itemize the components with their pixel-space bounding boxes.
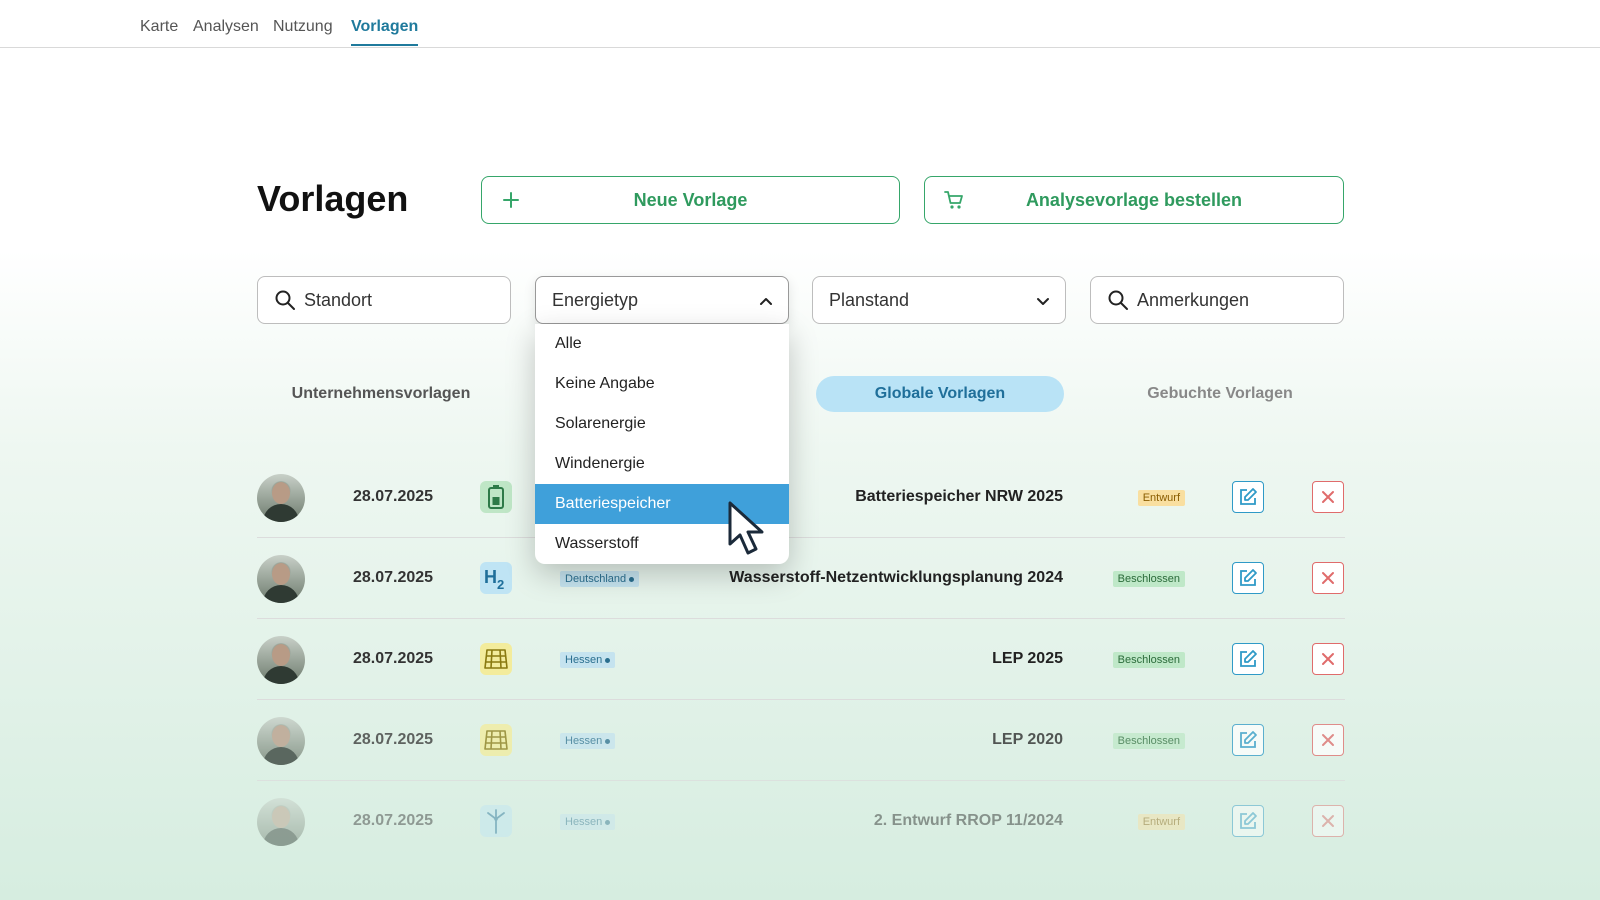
chevron-up-icon <box>760 298 772 305</box>
solar-panel-icon <box>480 643 512 675</box>
new-template-label: Neue Vorlage <box>633 189 748 210</box>
region-badge: Hessen <box>560 733 616 749</box>
plus-icon <box>503 192 519 208</box>
table-row[interactable]: 28.07.2025 Hessen LEP 2025 Beschlossen <box>257 619 1345 700</box>
plan-status-select[interactable]: Planstand <box>812 276 1066 324</box>
option-all[interactable]: Alle <box>535 324 789 364</box>
chevron-down-icon <box>1037 298 1049 305</box>
status-badge: Entwurf <box>1137 814 1185 830</box>
table-row[interactable]: 28.07.2025 H 2 Deutschland Wasserstoff-N… <box>257 538 1345 619</box>
tab-nutzung[interactable]: Nutzung <box>273 18 333 44</box>
row-date: 28.07.2025 <box>353 731 434 748</box>
table-row[interactable]: 28.07.2025 Batteriespeicher NRW 2025 Ent… <box>257 457 1345 538</box>
avatar <box>257 474 305 522</box>
table-row[interactable]: 28.07.2025 Hessen 2. Entwurf RROP 11/202… <box>257 781 1345 862</box>
delete-button[interactable] <box>1312 643 1344 675</box>
solar-panel-icon <box>480 724 512 756</box>
close-icon <box>1322 653 1334 665</box>
hydrogen-icon: H 2 <box>480 562 512 594</box>
tab-analysen[interactable]: Analysen <box>193 18 259 44</box>
row-date: 28.07.2025 <box>353 488 434 505</box>
row-name: Batteriespeicher NRW 2025 <box>855 488 1063 505</box>
search-icon <box>275 290 295 310</box>
new-template-button[interactable]: Neue Vorlage <box>481 176 900 224</box>
row-name: 2. Entwurf RROP 11/2024 <box>873 812 1063 829</box>
location-search-input[interactable]: Standort <box>257 276 511 324</box>
top-nav: Karte Analysen Nutzung Vorlagen <box>0 0 1600 48</box>
close-icon <box>1322 734 1334 746</box>
option-wind[interactable]: Windenergie <box>535 444 789 484</box>
notes-placeholder: Anmerkungen <box>1137 289 1250 310</box>
row-date: 28.07.2025 <box>353 569 434 586</box>
table-row[interactable]: 28.07.2025 Hessen LEP 2020 Beschlossen <box>257 700 1345 781</box>
edit-button[interactable] <box>1232 805 1264 837</box>
mouse-cursor-icon <box>728 501 764 555</box>
edit-icon <box>1240 650 1257 667</box>
row-name: LEP 2020 <box>992 731 1063 748</box>
avatar <box>257 636 305 684</box>
energy-type-label: Energietyp <box>552 289 639 310</box>
delete-button[interactable] <box>1312 805 1344 837</box>
tab-booked-templates[interactable]: Gebuchte Vorlagen <box>1096 376 1344 412</box>
region-badge: Hessen <box>560 652 616 668</box>
region-badge: Deutschland <box>560 571 640 587</box>
tab-global-templates[interactable]: Globale Vorlagen <box>816 376 1064 412</box>
tab-vorlagen[interactable]: Vorlagen <box>351 18 419 46</box>
wind-turbine-icon <box>480 805 512 837</box>
location-placeholder: Standort <box>304 289 373 310</box>
avatar <box>257 555 305 603</box>
status-badge: Beschlossen <box>1112 571 1185 587</box>
delete-button[interactable] <box>1312 562 1344 594</box>
close-icon <box>1322 572 1334 584</box>
row-name: Wasserstoff-Netzentwicklungsplanung 2024 <box>729 569 1063 586</box>
avatar <box>257 798 305 846</box>
delete-button[interactable] <box>1312 481 1344 513</box>
option-no-information[interactable]: Keine Angabe <box>535 364 789 404</box>
page-title: Vorlagen <box>257 178 409 219</box>
tab-company-templates[interactable]: Unternehmensvorlagen <box>257 376 505 412</box>
edit-button[interactable] <box>1232 724 1264 756</box>
order-template-label: Analysevorlage bestellen <box>1025 189 1243 210</box>
plan-status-label: Planstand <box>829 289 910 310</box>
delete-button[interactable] <box>1312 724 1344 756</box>
avatar <box>257 717 305 765</box>
status-badge: Beschlossen <box>1112 652 1185 668</box>
notes-search-input[interactable]: Anmerkungen <box>1090 276 1344 324</box>
row-date: 28.07.2025 <box>353 650 434 667</box>
edit-icon <box>1240 812 1257 829</box>
edit-button[interactable] <box>1232 643 1264 675</box>
region-badge: Hessen <box>560 814 616 830</box>
search-icon <box>1108 290 1128 310</box>
edit-button[interactable] <box>1232 562 1264 594</box>
status-badge: Entwurf <box>1137 490 1185 506</box>
svg-text:H: H <box>484 567 497 587</box>
battery-icon <box>480 481 512 513</box>
option-solar[interactable]: Solarenergie <box>535 404 789 444</box>
row-date: 28.07.2025 <box>353 812 434 829</box>
order-template-button[interactable]: Analysevorlage bestellen <box>924 176 1344 224</box>
tab-karte[interactable]: Karte <box>140 18 178 44</box>
status-badge: Beschlossen <box>1112 733 1185 749</box>
energy-type-select[interactable]: Energietyp <box>535 276 789 324</box>
edit-icon <box>1240 569 1257 586</box>
edit-icon <box>1240 488 1257 505</box>
row-name: LEP 2025 <box>992 650 1063 667</box>
close-icon <box>1322 815 1334 827</box>
shopping-cart-icon <box>944 191 963 209</box>
svg-text:2: 2 <box>497 577 504 591</box>
edit-icon <box>1240 731 1257 748</box>
close-icon <box>1322 491 1334 503</box>
edit-button[interactable] <box>1232 481 1264 513</box>
